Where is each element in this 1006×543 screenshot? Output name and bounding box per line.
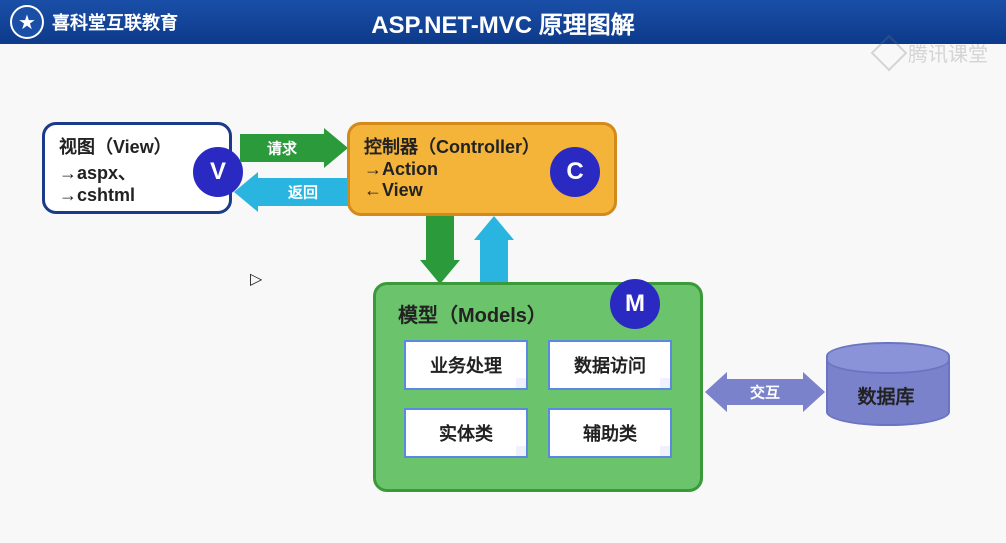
response-arrow: 返回 bbox=[234, 172, 348, 212]
models-badge: M bbox=[610, 279, 660, 329]
diagram-canvas: 视图（View） →aspx、 →cshtml V 请求 返回 控制器（Cont… bbox=[0, 44, 1006, 543]
models-item-business: 业务处理 bbox=[404, 340, 528, 390]
page-title: ASP.NET-MVC 原理图解 bbox=[371, 5, 635, 40]
view-title: 视图（View） bbox=[59, 133, 215, 159]
view-line2: →cshtml bbox=[59, 185, 215, 206]
models-box: M 模型（Models） 业务处理 数据访问 实体类 辅助类 bbox=[373, 282, 703, 492]
interact-label: 交互 bbox=[750, 382, 780, 403]
interact-arrow: 交互 bbox=[705, 372, 825, 412]
view-line1: →aspx、 bbox=[59, 159, 215, 185]
response-label: 返回 bbox=[288, 182, 318, 203]
brand-name: 喜科堂互联教育 bbox=[52, 9, 178, 35]
down-arrow bbox=[420, 216, 460, 284]
models-item-entity: 实体类 bbox=[404, 408, 528, 458]
database-icon: 数据库 bbox=[826, 342, 946, 432]
controller-box: 控制器（Controller） →Action ←View C bbox=[347, 122, 617, 216]
database-label: 数据库 bbox=[826, 382, 946, 409]
up-arrow bbox=[474, 216, 514, 284]
view-box: 视图（View） →aspx、 →cshtml V bbox=[42, 122, 232, 214]
cursor-icon: ▷ bbox=[250, 269, 262, 289]
request-label: 请求 bbox=[267, 138, 297, 159]
header-bar: ★ 喜科堂互联教育 ASP.NET-MVC 原理图解 bbox=[0, 0, 1006, 44]
controller-badge: C bbox=[550, 147, 600, 197]
request-arrow: 请求 bbox=[240, 128, 348, 168]
models-item-helper: 辅助类 bbox=[548, 408, 672, 458]
logo-icon: ★ bbox=[10, 5, 44, 39]
models-item-dataaccess: 数据访问 bbox=[548, 340, 672, 390]
